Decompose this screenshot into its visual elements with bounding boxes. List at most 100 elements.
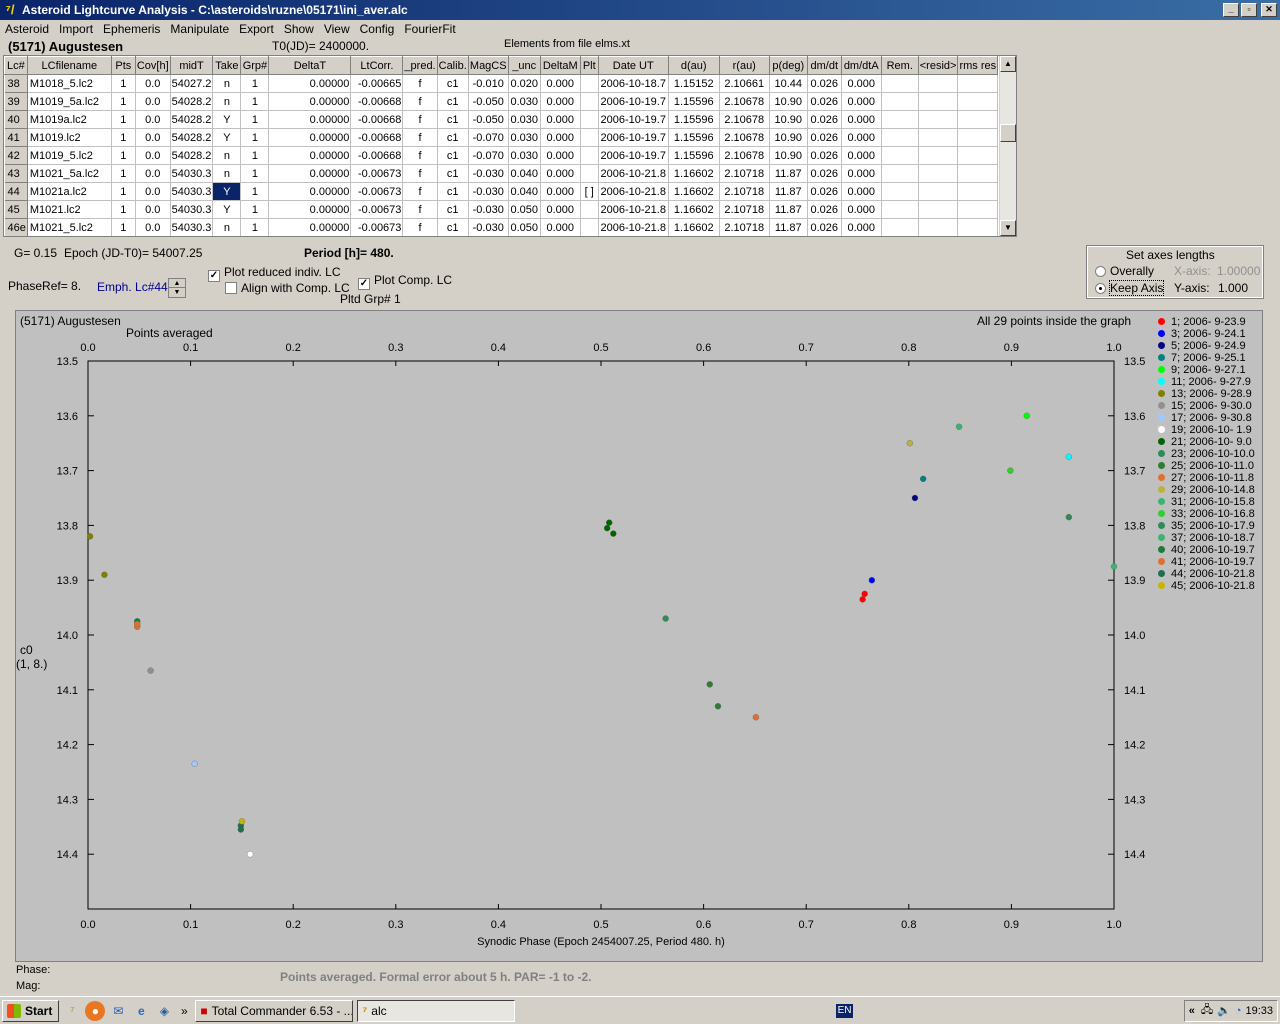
table-cell[interactable] [881, 146, 919, 165]
table-cell[interactable]: M1021_5.lc2 [27, 218, 112, 236]
table-cell[interactable] [918, 110, 959, 129]
column-header[interactable]: DeltaT [268, 56, 352, 75]
table-cell[interactable]: -0.070 [468, 146, 509, 165]
table-cell[interactable] [580, 74, 599, 93]
table-cell[interactable]: -0.00668 [350, 128, 404, 147]
yaxis-value[interactable]: 1.000 [1218, 281, 1248, 295]
table-cell[interactable]: c1 [437, 182, 469, 201]
table-cell[interactable] [580, 146, 599, 165]
table-cell[interactable]: M1021.lc2 [27, 200, 112, 219]
table-row[interactable]: 40 M1019a.lc2 1 0.0 54028.2 Y 1 0.00000 -0.00668… [4, 110, 999, 129]
table-cell[interactable]: 0.000 [540, 146, 581, 165]
table-cell[interactable]: 1.15152 [668, 74, 720, 93]
table-cell[interactable]: Y [212, 128, 242, 147]
table-cell[interactable] [580, 110, 599, 129]
table-cell[interactable]: 0.030 [508, 110, 541, 129]
table-cell[interactable]: 1.15596 [668, 110, 720, 129]
table-cell[interactable]: 1 [240, 218, 270, 236]
plot-comp-checkbox[interactable]: ✓ Plot Comp. LC [358, 273, 452, 290]
table-cell[interactable]: 1 [240, 182, 270, 201]
menu-show[interactable]: Show [279, 20, 319, 38]
table-cell[interactable]: -0.050 [468, 110, 509, 129]
plot-reduced-checkbox[interactable]: ✓ Plot reduced indiv. LC [208, 265, 341, 282]
column-header[interactable]: _unc [507, 56, 541, 75]
language-indicator[interactable]: EN [835, 1003, 854, 1018]
table-cell[interactable]: 0.026 [807, 164, 842, 183]
table-cell[interactable]: 11.87 [769, 164, 808, 183]
table-cell[interactable] [580, 128, 599, 147]
table-cell[interactable] [957, 74, 999, 93]
column-header[interactable]: Pts [110, 56, 136, 75]
table-cell[interactable]: 0.000 [841, 74, 882, 93]
column-header[interactable]: Rem. [880, 56, 919, 75]
table-cell[interactable]: c1 [437, 74, 469, 93]
table-cell[interactable]: f [402, 110, 438, 129]
column-header[interactable]: Calib. [436, 56, 469, 75]
table-cell[interactable]: 10.90 [769, 110, 808, 129]
table-cell[interactable]: 0.026 [807, 74, 842, 93]
row-header[interactable]: 38 [4, 74, 28, 93]
emph-spinner[interactable]: ▲ ▼ [168, 278, 186, 298]
table-cell[interactable]: 0.0 [135, 218, 171, 236]
column-header[interactable]: DeltaM [539, 56, 581, 75]
table-cell[interactable] [881, 128, 919, 147]
table-cell[interactable]: 1.16602 [668, 164, 720, 183]
mail-icon[interactable]: ✉ [108, 1001, 128, 1021]
table-cell[interactable]: 0.000 [540, 182, 581, 201]
table-cell[interactable]: Y [212, 182, 242, 201]
table-cell[interactable]: 0.000 [841, 92, 882, 111]
table-cell[interactable]: 0.00000 [268, 182, 352, 201]
column-header[interactable]: midT [169, 56, 214, 75]
table-cell[interactable]: 0.026 [807, 110, 842, 129]
table-row[interactable]: 41 M1019.lc2 1 0.0 54028.2 Y 1 0.00000 -0.00668 f… [4, 128, 999, 147]
table-cell[interactable]: 2.10678 [719, 92, 770, 111]
table-row[interactable]: 43 M1021_5a.lc2 1 0.0 54030.3 n 1 0.00000 -0.006… [4, 164, 999, 183]
table-cell[interactable]: 0.000 [841, 164, 882, 183]
table-cell[interactable]: 0.040 [508, 182, 541, 201]
table-cell[interactable]: 2006-10-19.7 [598, 146, 669, 165]
table-cell[interactable] [881, 74, 919, 93]
column-header[interactable]: dm/dt [806, 56, 842, 75]
table-cell[interactable] [881, 92, 919, 111]
alc-quicklaunch-icon[interactable]: ⁷ [62, 1001, 82, 1021]
table-row[interactable]: 38 M1018_5.lc2 1 0.0 54027.2 n 1 0.00000 -0.0066… [4, 74, 999, 93]
table-cell[interactable]: 10.44 [769, 74, 808, 93]
table-cell[interactable]: -0.030 [468, 218, 509, 236]
table-cell[interactable]: f [402, 74, 438, 93]
table-cell[interactable]: f [402, 128, 438, 147]
plot-panel[interactable]: 0.0 0.0 0.1 0.1 0.2 0.2 0.3 0.3 0.4 0.4 0.5 0.5 0.6 0… [15, 310, 1263, 962]
table-cell[interactable]: c1 [437, 200, 469, 219]
table-cell[interactable] [918, 146, 959, 165]
table-cell[interactable]: 54028.2 [170, 92, 214, 111]
media-icon[interactable]: ◈ [154, 1001, 174, 1021]
table-cell[interactable]: -0.00665 [350, 74, 404, 93]
table-cell[interactable]: 2006-10-19.7 [598, 128, 669, 147]
table-cell[interactable]: 0.026 [807, 92, 842, 111]
table-cell[interactable] [881, 182, 919, 201]
table-cell[interactable]: 1 [240, 146, 270, 165]
table-cell[interactable] [918, 92, 959, 111]
table-cell[interactable]: -0.00673 [350, 218, 404, 236]
spin-up-icon[interactable]: ▲ [169, 279, 185, 288]
table-cell[interactable] [957, 218, 999, 236]
overally-radio[interactable]: Overally [1095, 264, 1154, 278]
table-cell[interactable]: 2006-10-21.8 [598, 200, 669, 219]
column-header[interactable]: _pred. [402, 56, 438, 75]
table-cell[interactable]: 0.0 [135, 200, 171, 219]
table-cell[interactable]: 11.87 [769, 182, 808, 201]
tray-expand-icon[interactable]: « [1189, 1005, 1195, 1017]
table-cell[interactable]: 1 [111, 164, 136, 183]
table-cell[interactable]: 1 [111, 128, 136, 147]
table-cell[interactable]: 0.000 [841, 128, 882, 147]
row-header[interactable]: 42 [4, 146, 28, 165]
table-cell[interactable]: 0.00000 [268, 164, 352, 183]
table-cell[interactable]: -0.030 [468, 200, 509, 219]
table-cell[interactable]: M1019.lc2 [27, 128, 112, 147]
menu-import[interactable]: Import [54, 20, 98, 38]
xaxis-value[interactable]: 1.00000 [1217, 264, 1260, 278]
table-cell[interactable]: 1.15596 [668, 146, 720, 165]
quicklaunch-more-icon[interactable]: » [177, 1001, 191, 1021]
table-cell[interactable]: 1 [240, 92, 270, 111]
row-header[interactable]: 43 [4, 164, 28, 183]
table-cell[interactable]: 1.15596 [668, 92, 720, 111]
